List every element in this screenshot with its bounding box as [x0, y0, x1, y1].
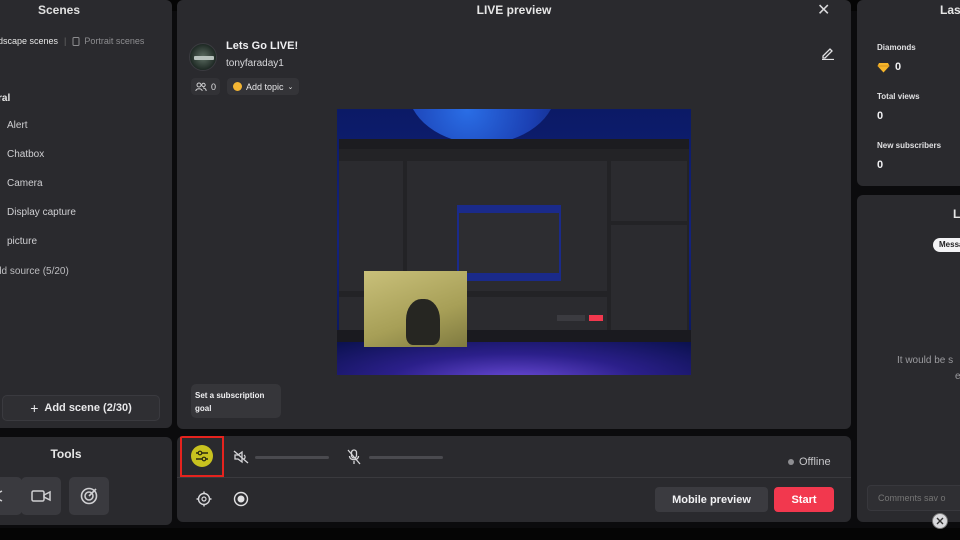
- camera-tool-button[interactable]: [21, 477, 61, 515]
- total-views-label: Total views: [877, 92, 920, 101]
- chevron-down-icon: ⌄: [287, 83, 294, 91]
- chat-title: L: [953, 207, 960, 221]
- sliders-icon: [196, 450, 208, 462]
- add-topic-label: Add topic: [246, 81, 284, 92]
- video-camera-icon: [31, 490, 51, 502]
- chat-empty-text: It would be s: [897, 355, 954, 366]
- plus-icon: +: [30, 400, 39, 416]
- add-scene-button[interactable]: + Add scene (2/30): [2, 395, 160, 421]
- diamond-icon: [877, 62, 890, 72]
- live-preview-panel: LIVE preview ✕ Lets Go LIVE! tonyfaraday…: [177, 0, 851, 429]
- tab-landscape-scenes[interactable]: dscape scenes: [0, 36, 58, 46]
- users-icon: [195, 82, 207, 91]
- diamonds-value: 0: [895, 61, 902, 73]
- add-source-button[interactable]: dd source (5/20): [0, 266, 69, 277]
- subscription-goal-card[interactable]: Set a subscription goal: [191, 384, 281, 418]
- diamonds-label: Diamonds: [877, 43, 916, 52]
- add-scene-label: Add scene (2/30): [44, 402, 132, 414]
- speaker-muted-icon[interactable]: [233, 450, 249, 469]
- edit-icon[interactable]: [821, 46, 835, 65]
- control-divider: [177, 477, 851, 478]
- status-dot: [788, 459, 794, 465]
- tab-separator: |: [64, 36, 67, 46]
- tool-icon: [0, 490, 3, 502]
- comment-input[interactable]: [867, 485, 960, 511]
- live-chat-panel: L Messa It would be s e: [857, 195, 960, 522]
- new-subscribers-value: 0: [877, 159, 884, 171]
- close-circle-icon[interactable]: [932, 513, 948, 529]
- settings-gear-icon[interactable]: [196, 491, 212, 512]
- stream-control-bar: Offline Mobile preview Start: [177, 436, 851, 522]
- microphone-muted-icon[interactable]: [347, 449, 361, 470]
- last-live-stats-panel: Las Diamonds 0 Total views 0 New subscri…: [857, 0, 960, 186]
- add-topic-button[interactable]: Add topic ⌄: [227, 78, 300, 95]
- speaker-volume-slider[interactable]: [255, 456, 329, 459]
- webcam-person: [406, 299, 440, 345]
- stream-status: Offline: [788, 456, 831, 468]
- tools-title: Tools: [50, 447, 82, 461]
- avatar: [189, 43, 217, 71]
- scene-group-label[interactable]: ral: [0, 93, 10, 104]
- live-preview-title: LIVE preview: [476, 3, 552, 17]
- topic-icon: [233, 82, 242, 91]
- close-icon[interactable]: ✕: [817, 0, 830, 20]
- screen-capture-preview: [337, 109, 691, 375]
- mobile-preview-button[interactable]: Mobile preview: [655, 487, 768, 512]
- webcam-overlay: [364, 271, 467, 347]
- tool-button-partial[interactable]: [0, 477, 22, 515]
- bottom-bar: [0, 528, 960, 540]
- source-item-chatbox[interactable]: Chatbox: [7, 149, 44, 160]
- target-icon: [80, 487, 98, 505]
- messages-tab[interactable]: Messa: [933, 238, 960, 252]
- microphone-volume-slider[interactable]: [369, 456, 443, 459]
- portrait-icon: [72, 36, 80, 46]
- tools-panel: Tools: [0, 437, 172, 525]
- username: tonyfaraday1: [226, 58, 284, 69]
- stats-title: Las: [940, 3, 960, 17]
- diamonds-stat: 0: [877, 61, 901, 73]
- new-subscribers-label: New subscribers: [877, 141, 942, 150]
- source-item-display-capture[interactable]: Display capture: [7, 207, 76, 218]
- total-views-value: 0: [877, 110, 884, 122]
- scenes-title: Scenes: [38, 3, 81, 17]
- stream-title: Lets Go LIVE!: [226, 40, 299, 52]
- record-icon[interactable]: [233, 491, 249, 512]
- scenes-panel: Scenes dscape scenes | Portrait scenes r…: [0, 0, 172, 428]
- source-item-alert[interactable]: Alert: [7, 120, 28, 131]
- target-tool-button[interactable]: [69, 477, 109, 515]
- audio-mixer-button[interactable]: [191, 445, 213, 467]
- source-item-picture[interactable]: picture: [7, 236, 37, 247]
- tab-portrait-label: Portrait scenes: [84, 36, 145, 46]
- chat-empty-text-line2: e: [955, 371, 960, 382]
- stream-status-label: Offline: [799, 456, 831, 468]
- viewer-count: 0: [191, 78, 221, 95]
- viewer-count-value: 0: [211, 81, 217, 92]
- tab-portrait-scenes[interactable]: Portrait scenes: [72, 36, 144, 46]
- source-item-camera[interactable]: Camera: [7, 178, 43, 189]
- start-button[interactable]: Start: [774, 487, 834, 512]
- scene-tabs: dscape scenes | Portrait scenes: [0, 36, 144, 46]
